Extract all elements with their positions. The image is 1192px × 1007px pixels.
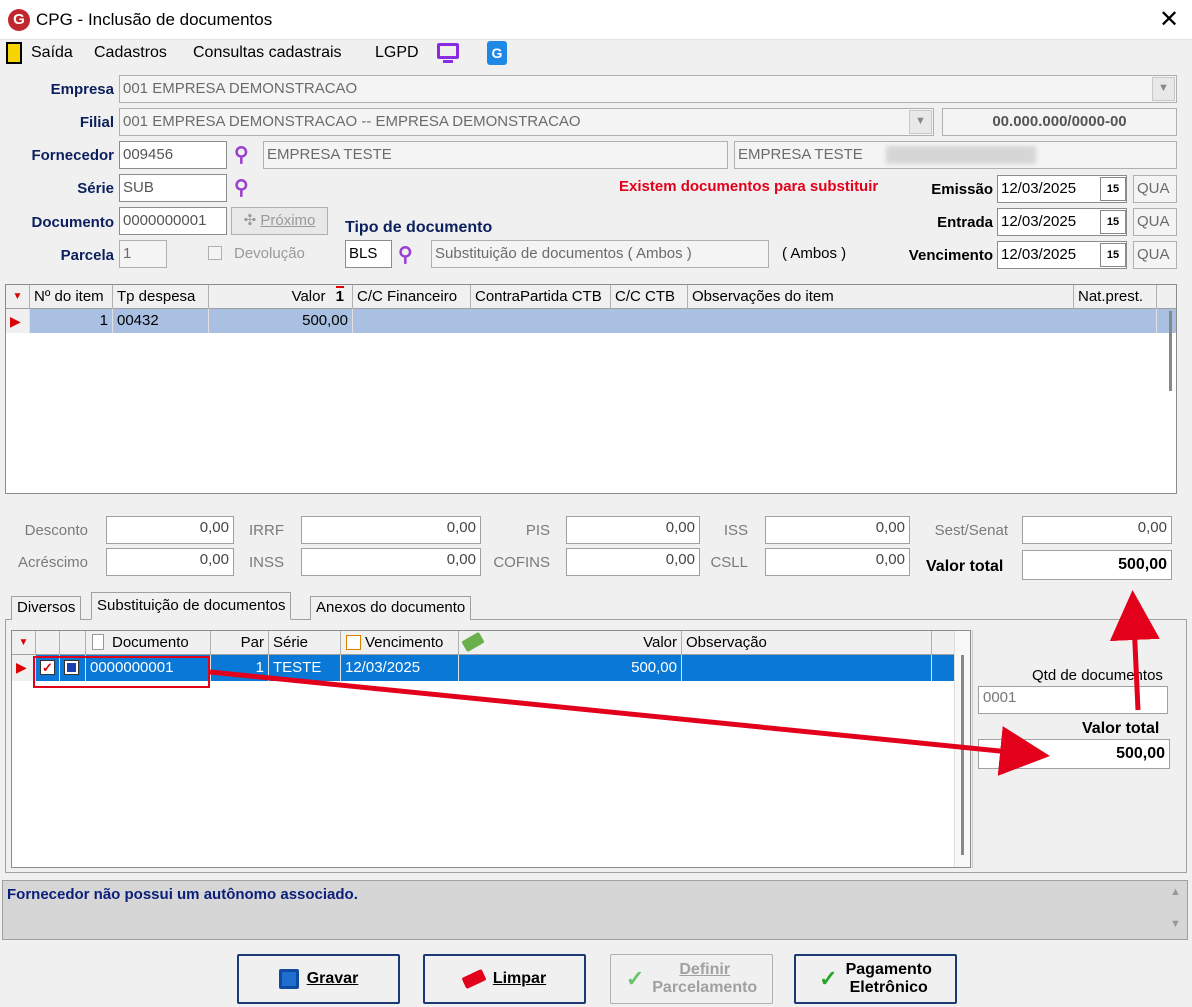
gravar-button[interactable]: Gravar <box>237 954 400 1004</box>
pagamento-label-2: Eletrônico <box>849 979 928 996</box>
limpar-button[interactable]: Limpar <box>423 954 586 1004</box>
arrow-to-valor-total <box>1109 590 1160 711</box>
definir-label-2: Parcelamento <box>652 979 758 996</box>
status-scroll-up-icon[interactable]: ▲ <box>1170 886 1181 898</box>
arrow-to-total <box>209 669 1050 776</box>
eraser-icon <box>461 968 487 990</box>
pagamento-label-1: Pagamento <box>845 961 932 978</box>
limpar-label: Limpar <box>492 970 547 987</box>
status-message: Fornecedor não possui um autônomo associ… <box>7 886 358 903</box>
gravar-label: Gravar <box>306 970 359 987</box>
definir-label: Definir Parcelamento <box>652 961 757 997</box>
save-icon <box>278 969 299 989</box>
definir-parcelamento-button[interactable]: ✓ Definir Parcelamento <box>610 954 773 1004</box>
status-scroll-down-icon[interactable]: ▼ <box>1170 918 1181 930</box>
check-green-icon-2: ✓ <box>819 966 838 991</box>
pagamento-eletronico-button[interactable]: ✓ Pagamento Eletrônico <box>794 954 957 1004</box>
check-green-icon: ✓ <box>625 966 645 991</box>
annotation-arrows <box>209 590 1160 776</box>
definir-label-1: Definir <box>679 961 731 978</box>
pagamento-label: Pagamento Eletrônico <box>846 961 932 997</box>
